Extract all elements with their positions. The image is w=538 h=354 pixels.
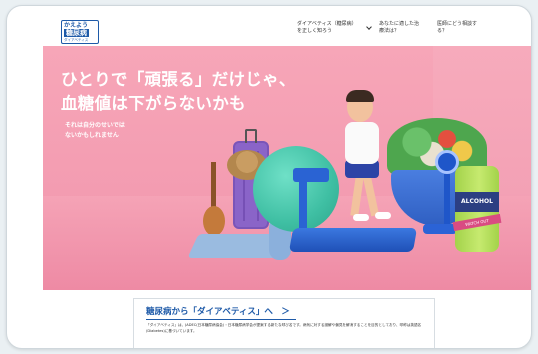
hero-headline-line-2: 血糖値は下がらないかも [61,94,246,113]
person-shoe [375,212,391,219]
hero-subtext: それは自分のせいでは ないかもしれません [65,121,125,141]
nav-item-learn[interactable]: ダイアベティス（糖尿病）を正しく知ろう [297,21,372,35]
treadmill-rail-illustration [299,178,307,234]
hero-subtext-line-1: それは自分のせいでは [65,122,125,129]
browser-frame: かえよう 糖尿病 ダイアベティス ダイアベティス（糖尿病）を正しく知ろう あなた… [6,5,532,349]
scale-base-illustration [423,224,457,234]
person-shoe [353,214,369,221]
logo-line-2: 糖尿病 [64,29,89,37]
nav-item-consult-label: 医師にどう相談する？ [437,21,478,34]
nav-item-treatment[interactable]: あなたに適した治療法は？ [379,21,419,35]
exercise-ball-illustration [253,146,339,232]
logo-line-1: かえよう [64,22,89,29]
suitcase-handle [245,129,257,143]
card-title-link[interactable]: 糖尿病から「ダイアベティス」へ ＞ [146,305,296,320]
person-shirt [345,122,379,164]
hero-headline: ひとりで「頑張る」だけじゃ、 血糖値は下がらないかも [61,68,296,116]
ukulele-illustration [203,206,225,236]
can-label: ALCOHOL [455,192,499,212]
treadmill-illustration [288,228,418,252]
nav-item-consult[interactable]: 医師にどう相談する？ [437,21,477,35]
can-band: WATCH OUT [452,213,502,232]
chevron-down-icon [366,24,372,30]
hero-headline-line-1: ひとりで「頑張る」だけじゃ、 [61,70,296,89]
site-logo[interactable]: かえよう 糖尿病 ダイアベティス [61,20,99,44]
nav-item-treatment-label: あなたに適した治療法は？ [379,21,420,34]
hero-banner: ひとりで「頑張る」だけじゃ、 血糖値は下がらないかも それは自分のせいでは ない… [43,46,531,290]
ukulele-neck-illustration [211,162,216,210]
nav-item-learn-label: ダイアベティス（糖尿病）を正しく知ろう [297,21,357,34]
hero-subtext-line-2: ないかもしれません [65,132,119,139]
scale-stem-illustration [444,174,450,226]
card-description: 「ダイアベティス」は、JADEC(日本糖尿病協会)・日本糖尿病学会が提案する新た… [146,323,422,333]
alcohol-can-illustration: ALCOHOL WATCH OUT [452,166,502,252]
diabetes-rename-card[interactable]: 糖尿病から「ダイアベティス」へ ＞ 「ダイアベティス」は、JADEC(日本糖尿病… [133,298,435,348]
treadmill-console-illustration [293,168,329,182]
person-hair [346,90,374,102]
logo-line-3: ダイアベティス [64,38,89,42]
